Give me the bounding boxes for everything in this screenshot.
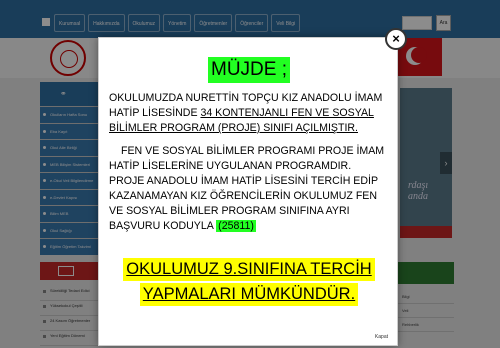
cta-line-1: OKULUMUZ 9.SINIFINA TERCİH bbox=[123, 258, 375, 281]
modal-content: MÜJDE ; OKULUMUZDA NURETTİN TOPÇU KIZ AN… bbox=[109, 48, 389, 306]
program-description: FEN VE SOSYAL BİLİMLER PROGRAMI PROJE İM… bbox=[109, 145, 385, 172]
announcement-paragraph: OKULUMUZDA NURETTİN TOPÇU KIZ ANADOLU İM… bbox=[109, 91, 389, 136]
application-info: PROJE ANADOLU İMAM HATİP LİSESİNİ TERCİH… bbox=[109, 174, 389, 234]
cta-line-2: YAPMALARI MÜMKÜNDÜR. bbox=[139, 283, 359, 306]
call-to-action: OKULUMUZ 9.SINIFINA TERCİH YAPMALARI MÜM… bbox=[109, 258, 389, 306]
modal-title: MÜJDE ; bbox=[208, 57, 290, 83]
title-wrapper: MÜJDE ; bbox=[109, 57, 389, 83]
footer-close-link[interactable]: Kapat bbox=[375, 334, 388, 340]
preference-code-badge: (25811) bbox=[216, 220, 256, 232]
close-icon[interactable]: × bbox=[385, 28, 407, 50]
announcement-modal: × MÜJDE ; OKULUMUZDA NURETTİN TOPÇU KIZ … bbox=[98, 28, 407, 346]
